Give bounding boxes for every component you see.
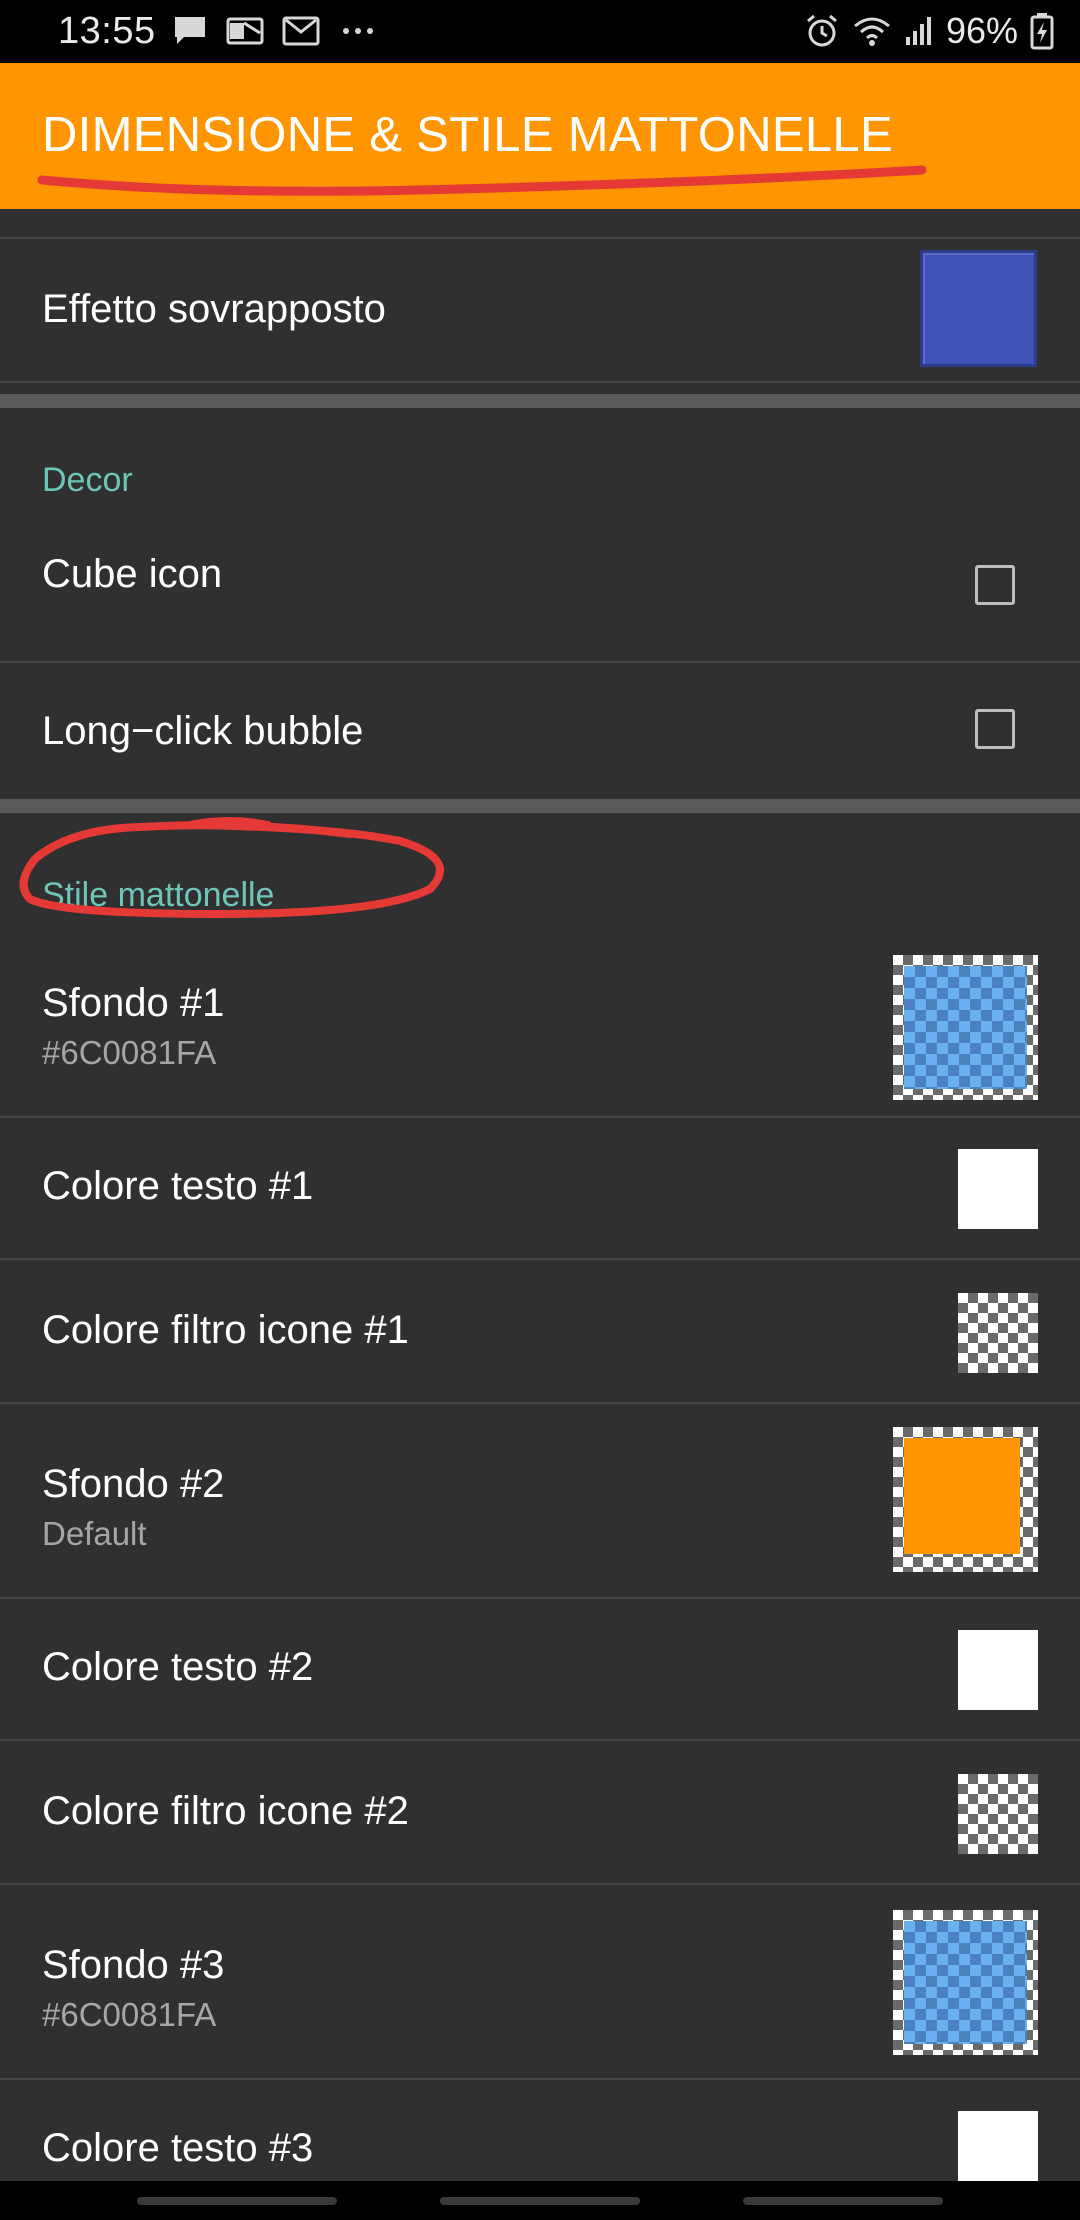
annotation-circle	[19, 817, 444, 919]
text-color-3-row[interactable]: Colore testo #3	[0, 2078, 1080, 2181]
navigation-bar	[0, 2181, 1080, 2220]
overlay-effect-title: Effetto sovrapposto	[42, 287, 386, 331]
background-3-swatch-frame[interactable]	[893, 1910, 1038, 2055]
icon-filter-1-row[interactable]: Colore filtro icone #1	[0, 1260, 1080, 1404]
long-click-row[interactable]: Long−click bubble	[0, 661, 1080, 805]
nav-back-button[interactable]	[743, 2197, 943, 2205]
battery-percent: 96%	[945, 10, 1018, 51]
page-title: DIMENSIONE & STILE MATTONELLE	[42, 108, 893, 162]
gmail-icon	[282, 15, 320, 47]
text-color-3-title: Colore testo #3	[42, 2126, 314, 2170]
text-color-1-row[interactable]: Colore testo #1	[0, 1116, 1080, 1260]
text-color-2-row[interactable]: Colore testo #2	[0, 1597, 1080, 1741]
outlook-icon	[226, 15, 264, 47]
overlay-color-swatch[interactable]	[920, 250, 1037, 367]
more-dots-icon	[338, 15, 378, 47]
chat-icon	[172, 14, 208, 48]
background-2-row[interactable]: Sfondo #2 Default	[0, 1404, 1080, 1599]
wifi-icon	[852, 14, 892, 48]
background-2-title: Sfondo #2	[42, 1462, 225, 1506]
alarm-icon	[804, 13, 840, 49]
background-1-swatch	[904, 966, 1027, 1089]
list-top-divider	[0, 209, 1080, 239]
overlay-effect-row[interactable]: Effetto sovrapposto	[0, 239, 1080, 383]
icon-filter-1-title: Colore filtro icone #1	[42, 1308, 409, 1352]
background-2-swatch	[904, 1438, 1020, 1554]
section-divider	[0, 394, 1080, 408]
cube-icon-checkbox[interactable]	[975, 565, 1015, 605]
background-2-value: Default	[42, 1515, 147, 1552]
text-color-1-title: Colore testo #1	[42, 1164, 314, 1208]
status-time: 13:55	[58, 10, 156, 52]
icon-filter-1-swatch[interactable]	[958, 1293, 1038, 1373]
background-1-title: Sfondo #1	[42, 981, 225, 1025]
notification-icons	[172, 14, 378, 48]
nav-recents-button[interactable]	[137, 2197, 337, 2205]
text-color-2-title: Colore testo #2	[42, 1645, 314, 1689]
background-2-swatch-frame[interactable]	[893, 1427, 1038, 1572]
section-header-decor: Decor	[42, 461, 133, 499]
signal-icon	[904, 15, 934, 47]
text-color-1-swatch[interactable]	[958, 1149, 1038, 1229]
status-bar: 13:55 96%	[0, 0, 1080, 63]
icon-filter-2-title: Colore filtro icone #2	[42, 1789, 409, 1833]
background-1-value: #6C0081FA	[42, 1034, 217, 1071]
background-1-swatch-frame[interactable]	[893, 955, 1038, 1100]
cube-icon-row[interactable]: Cube icon	[0, 519, 1080, 663]
background-3-row[interactable]: Sfondo #3 #6C0081FA	[0, 1885, 1080, 2080]
background-3-title: Sfondo #3	[42, 1943, 225, 1987]
background-3-value: #6C0081FA	[42, 1996, 217, 2033]
long-click-title: Long−click bubble	[42, 709, 364, 753]
app-toolbar: DIMENSIONE & STILE MATTONELLE	[0, 63, 1080, 209]
cube-icon-title: Cube icon	[42, 552, 223, 596]
text-color-3-swatch[interactable]	[958, 2111, 1038, 2181]
settings-list: Effetto sovrapposto Decor Cube icon Long…	[0, 209, 1080, 2181]
icon-filter-2-row[interactable]: Colore filtro icone #2	[0, 1741, 1080, 1885]
icon-filter-2-swatch[interactable]	[958, 1774, 1038, 1854]
background-3-swatch	[904, 1921, 1027, 2044]
long-click-checkbox[interactable]	[975, 709, 1015, 749]
background-1-row[interactable]: Sfondo #1 #6C0081FA	[0, 923, 1080, 1118]
text-color-2-swatch[interactable]	[958, 1630, 1038, 1710]
nav-home-button[interactable]	[440, 2197, 640, 2205]
battery-charging-icon	[1030, 12, 1054, 50]
